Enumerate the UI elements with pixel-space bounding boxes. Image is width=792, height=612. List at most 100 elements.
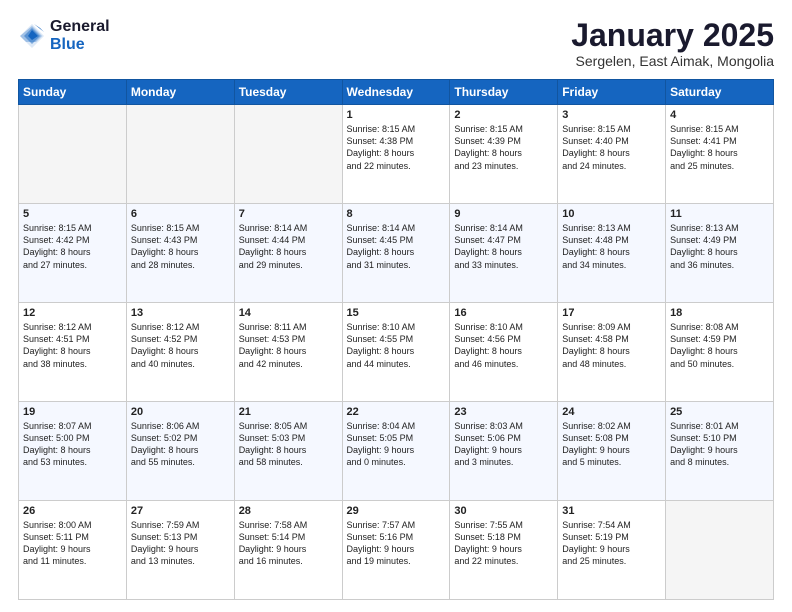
day-number: 16 [454,307,553,319]
day-info: Sunrise: 8:14 AM Sunset: 4:45 PM Dayligh… [347,222,446,271]
day-info: Sunrise: 8:15 AM Sunset: 4:40 PM Dayligh… [562,123,661,172]
table-row: 1 Sunrise: 8:15 AM Sunset: 4:38 PM Daylig… [342,105,450,204]
day-number: 11 [670,208,769,220]
month-title: January 2025 [571,18,774,53]
logo-blue: Blue [50,36,110,54]
day-info: Sunrise: 8:09 AM Sunset: 4:58 PM Dayligh… [562,321,661,370]
day-number: 26 [23,505,122,517]
day-number: 3 [562,109,661,121]
table-row: 2 Sunrise: 8:15 AM Sunset: 4:39 PM Daylig… [450,105,558,204]
day-number: 13 [131,307,230,319]
day-info: Sunrise: 8:07 AM Sunset: 5:00 PM Dayligh… [23,420,122,469]
day-number: 28 [239,505,338,517]
day-info: Sunrise: 8:13 AM Sunset: 4:49 PM Dayligh… [670,222,769,271]
day-info: Sunrise: 8:04 AM Sunset: 5:05 PM Dayligh… [347,420,446,469]
table-row: 17 Sunrise: 8:09 AM Sunset: 4:58 PM Dayli… [558,303,666,402]
day-info: Sunrise: 8:06 AM Sunset: 5:02 PM Dayligh… [131,420,230,469]
day-number: 29 [347,505,446,517]
day-info: Sunrise: 7:55 AM Sunset: 5:18 PM Dayligh… [454,519,553,568]
day-number: 21 [239,406,338,418]
table-row: 30Sunrise: 7:55 AM Sunset: 5:18 PM Dayli… [450,501,558,600]
table-row: 22 Sunrise: 8:04 AM Sunset: 5:05 PM Dayli… [342,402,450,501]
table-row: 23Sunrise: 8:03 AM Sunset: 5:06 PM Dayli… [450,402,558,501]
col-tuesday: Tuesday [234,80,342,105]
day-info: Sunrise: 8:15 AM Sunset: 4:38 PM Dayligh… [347,123,446,172]
day-number: 27 [131,505,230,517]
table-row: 15Sunrise: 8:10 AM Sunset: 4:55 PM Dayli… [342,303,450,402]
table-row: 4 Sunrise: 8:15 AM Sunset: 4:41 PM Daylig… [666,105,774,204]
col-friday: Friday [558,80,666,105]
day-number: 10 [562,208,661,220]
day-info: Sunrise: 7:59 AM Sunset: 5:13 PM Dayligh… [131,519,230,568]
day-number: 14 [239,307,338,319]
table-row: 5Sunrise: 8:15 AM Sunset: 4:42 PM Daylig… [19,204,127,303]
page: General Blue January 2025 Sergelen, East… [0,0,792,612]
calendar-week-2: 5Sunrise: 8:15 AM Sunset: 4:42 PM Daylig… [19,204,774,303]
day-info: Sunrise: 8:05 AM Sunset: 5:03 PM Dayligh… [239,420,338,469]
day-number: 20 [131,406,230,418]
table-row: 7 Sunrise: 8:14 AM Sunset: 4:44 PM Daylig… [234,204,342,303]
day-number: 8 [347,208,446,220]
day-info: Sunrise: 7:58 AM Sunset: 5:14 PM Dayligh… [239,519,338,568]
table-row: 20 Sunrise: 8:06 AM Sunset: 5:02 PM Dayli… [126,402,234,501]
day-number: 23 [454,406,553,418]
table-row: 8 Sunrise: 8:14 AM Sunset: 4:45 PM Daylig… [342,204,450,303]
day-info: Sunrise: 8:15 AM Sunset: 4:39 PM Dayligh… [454,123,553,172]
header-row: Sunday Monday Tuesday Wednesday Thursday… [19,80,774,105]
logo-text: General Blue [50,18,110,53]
table-row: 26Sunrise: 8:00 AM Sunset: 5:11 PM Dayli… [19,501,127,600]
table-row [19,105,127,204]
subtitle: Sergelen, East Aimak, Mongolia [571,53,774,69]
logo: General Blue [18,18,110,53]
day-info: Sunrise: 8:14 AM Sunset: 4:47 PM Dayligh… [454,222,553,271]
day-number: 15 [347,307,446,319]
table-row: 10Sunrise: 8:13 AM Sunset: 4:48 PM Dayli… [558,204,666,303]
table-row: 13 Sunrise: 8:12 AM Sunset: 4:52 PM Dayli… [126,303,234,402]
day-number: 4 [670,109,769,121]
day-number: 25 [670,406,769,418]
table-row: 29 Sunrise: 7:57 AM Sunset: 5:16 PM Dayli… [342,501,450,600]
day-info: Sunrise: 8:14 AM Sunset: 4:44 PM Dayligh… [239,222,338,271]
day-number: 24 [562,406,661,418]
col-wednesday: Wednesday [342,80,450,105]
table-row: 31 Sunrise: 7:54 AM Sunset: 5:19 PM Dayli… [558,501,666,600]
day-info: Sunrise: 8:11 AM Sunset: 4:53 PM Dayligh… [239,321,338,370]
table-row: 16Sunrise: 8:10 AM Sunset: 4:56 PM Dayli… [450,303,558,402]
table-row: 19Sunrise: 8:07 AM Sunset: 5:00 PM Dayli… [19,402,127,501]
col-sunday: Sunday [19,80,127,105]
logo-general: General [50,18,110,36]
day-number: 22 [347,406,446,418]
col-monday: Monday [126,80,234,105]
calendar-week-3: 12 Sunrise: 8:12 AM Sunset: 4:51 PM Dayli… [19,303,774,402]
table-row: 11 Sunrise: 8:13 AM Sunset: 4:49 PM Dayli… [666,204,774,303]
table-row: 14 Sunrise: 8:11 AM Sunset: 4:53 PM Dayli… [234,303,342,402]
col-saturday: Saturday [666,80,774,105]
day-info: Sunrise: 8:12 AM Sunset: 4:52 PM Dayligh… [131,321,230,370]
day-number: 2 [454,109,553,121]
day-number: 9 [454,208,553,220]
day-info: Sunrise: 8:08 AM Sunset: 4:59 PM Dayligh… [670,321,769,370]
day-info: Sunrise: 8:15 AM Sunset: 4:41 PM Dayligh… [670,123,769,172]
day-info: Sunrise: 8:02 AM Sunset: 5:08 PM Dayligh… [562,420,661,469]
col-thursday: Thursday [450,80,558,105]
table-row: 12 Sunrise: 8:12 AM Sunset: 4:51 PM Dayli… [19,303,127,402]
table-row: 25 Sunrise: 8:01 AM Sunset: 5:10 PM Dayli… [666,402,774,501]
calendar-week-1: 1 Sunrise: 8:15 AM Sunset: 4:38 PM Daylig… [19,105,774,204]
day-number: 17 [562,307,661,319]
header: General Blue January 2025 Sergelen, East… [18,18,774,69]
table-row: 3 Sunrise: 8:15 AM Sunset: 4:40 PM Daylig… [558,105,666,204]
table-row: 9 Sunrise: 8:14 AM Sunset: 4:47 PM Daylig… [450,204,558,303]
day-info: Sunrise: 7:54 AM Sunset: 5:19 PM Dayligh… [562,519,661,568]
day-info: Sunrise: 7:57 AM Sunset: 5:16 PM Dayligh… [347,519,446,568]
calendar: Sunday Monday Tuesday Wednesday Thursday… [18,79,774,600]
day-number: 7 [239,208,338,220]
calendar-week-5: 26Sunrise: 8:00 AM Sunset: 5:11 PM Dayli… [19,501,774,600]
day-info: Sunrise: 8:15 AM Sunset: 4:43 PM Dayligh… [131,222,230,271]
day-number: 1 [347,109,446,121]
day-number: 31 [562,505,661,517]
day-info: Sunrise: 8:01 AM Sunset: 5:10 PM Dayligh… [670,420,769,469]
table-row [666,501,774,600]
day-number: 12 [23,307,122,319]
day-number: 5 [23,208,122,220]
day-info: Sunrise: 8:12 AM Sunset: 4:51 PM Dayligh… [23,321,122,370]
